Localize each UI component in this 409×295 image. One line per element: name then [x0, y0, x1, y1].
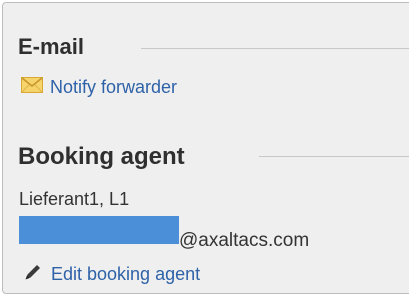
booking-section-title: Booking agent [18, 143, 185, 170]
booking-section-divider [259, 156, 409, 157]
edit-booking-agent-label[interactable]: Edit booking agent [51, 264, 200, 285]
pencil-icon [23, 262, 43, 287]
details-panel: E-mail Notify forwarder Booking agent Li… [2, 2, 409, 294]
redacted-email-local-part [19, 216, 179, 244]
notify-forwarder-label[interactable]: Notify forwarder [50, 77, 177, 98]
email-section-divider [141, 48, 409, 49]
envelope-icon [21, 77, 43, 98]
email-section-header: E-mail [18, 34, 84, 60]
agent-email-suffix: @axaltacs.com [179, 230, 310, 251]
edit-booking-agent-link[interactable]: Edit booking agent [23, 262, 200, 287]
agent-email-row: @axaltacs.com [179, 230, 309, 252]
notify-forwarder-link[interactable]: Notify forwarder [21, 77, 177, 98]
agent-name-row: Lieferant1, L1 [19, 189, 129, 210]
email-section-title: E-mail [18, 34, 85, 59]
agent-name: Lieferant1, L1 [19, 189, 130, 209]
booking-section-header: Booking agent [18, 143, 185, 171]
